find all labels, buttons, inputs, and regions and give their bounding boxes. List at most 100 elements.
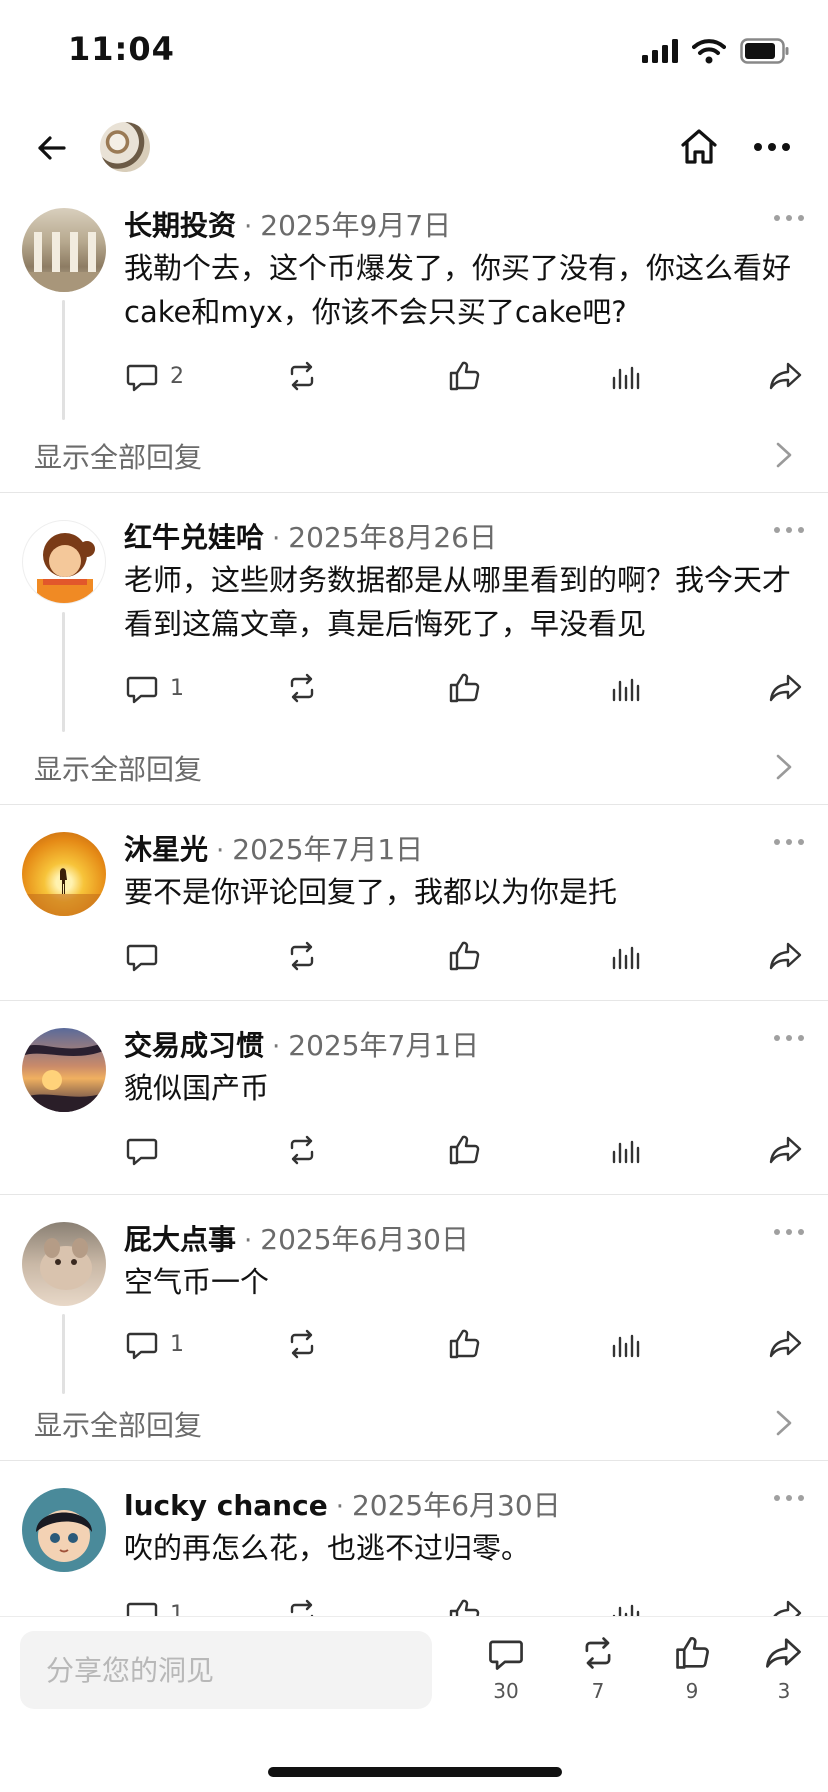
thread-line bbox=[62, 1314, 65, 1394]
divider bbox=[0, 804, 828, 805]
separator-dot: · bbox=[244, 212, 253, 242]
chevron-right-icon bbox=[772, 1408, 796, 1438]
comment-more-icon[interactable] bbox=[772, 1492, 806, 1504]
comment-actions: 1 bbox=[124, 1324, 814, 1364]
show-replies-label: 显示全部回复 bbox=[34, 441, 203, 474]
reply-button[interactable]: 1 bbox=[124, 668, 184, 708]
comment-actions: 1 bbox=[124, 668, 814, 708]
author-avatar[interactable] bbox=[100, 122, 150, 172]
comment-date: 2025年8月26日 bbox=[288, 521, 497, 554]
status-bar: 11:04 bbox=[0, 0, 828, 100]
comment-header: 屁大点事 · 2025年6月30日 bbox=[124, 1218, 469, 1258]
views-button[interactable] bbox=[608, 1130, 644, 1170]
show-replies-label: 显示全部回复 bbox=[34, 1409, 203, 1442]
divider bbox=[0, 1194, 828, 1195]
share-icon bbox=[768, 1132, 804, 1168]
comment-author[interactable]: 红牛兑娃哈 bbox=[124, 516, 264, 556]
show-all-replies[interactable]: 显示全部回复 bbox=[0, 736, 828, 796]
like-button[interactable] bbox=[446, 1324, 482, 1364]
comment-text: 我勒个去，这个币爆发了，你买了没有，你这么看好cake和myx，你该不会只买了c… bbox=[124, 251, 792, 329]
views-button[interactable] bbox=[608, 936, 644, 976]
comment-actions bbox=[124, 1130, 814, 1170]
reply-button[interactable]: 2 bbox=[124, 356, 184, 396]
bottom-like-button[interactable]: 9 bbox=[652, 1633, 732, 1703]
comment-more-icon[interactable] bbox=[772, 212, 806, 224]
comment-author[interactable]: lucky chance bbox=[124, 1489, 328, 1522]
avatar[interactable] bbox=[22, 1028, 106, 1112]
share-button[interactable] bbox=[768, 668, 804, 708]
reply-button[interactable] bbox=[124, 1130, 170, 1170]
like-button[interactable] bbox=[446, 668, 482, 708]
comment-date: 2025年7月1日 bbox=[288, 1029, 480, 1062]
chevron-right-icon bbox=[772, 440, 796, 470]
repost-button[interactable] bbox=[284, 668, 320, 708]
avatar[interactable] bbox=[22, 1222, 106, 1306]
share-button[interactable] bbox=[768, 356, 804, 396]
share-button[interactable] bbox=[768, 1324, 804, 1364]
home-indicator[interactable] bbox=[268, 1767, 562, 1777]
comment-more-icon[interactable] bbox=[772, 1226, 806, 1238]
show-all-replies[interactable]: 显示全部回复 bbox=[0, 424, 828, 484]
comment-date: 2025年6月30日 bbox=[260, 1223, 469, 1256]
repost-button[interactable] bbox=[284, 936, 320, 976]
comment-more-icon[interactable] bbox=[772, 524, 806, 536]
comment-actions bbox=[124, 936, 814, 976]
avatar[interactable] bbox=[22, 832, 106, 916]
repost-button[interactable] bbox=[284, 356, 320, 396]
views-icon bbox=[608, 938, 644, 974]
like-button[interactable] bbox=[446, 936, 482, 976]
total-share-count: 3 bbox=[777, 1679, 791, 1703]
repost-icon bbox=[284, 1132, 320, 1168]
comment-header: 红牛兑娃哈 · 2025年8月26日 bbox=[124, 516, 497, 556]
divider bbox=[0, 492, 828, 493]
avatar-image-icon bbox=[22, 1042, 106, 1112]
views-button[interactable] bbox=[608, 668, 644, 708]
avatar-image-icon bbox=[22, 232, 106, 292]
bottom-reply-button[interactable]: 30 bbox=[466, 1633, 546, 1703]
status-icons bbox=[642, 38, 790, 64]
reply-icon bbox=[124, 938, 160, 974]
thread-line bbox=[62, 612, 65, 732]
like-icon bbox=[672, 1633, 712, 1673]
home-icon[interactable] bbox=[676, 124, 722, 170]
show-all-replies[interactable]: 显示全部回复 bbox=[0, 1392, 828, 1452]
comment-date: 2025年9月7日 bbox=[260, 209, 452, 242]
separator-dot: · bbox=[244, 1226, 253, 1256]
share-button[interactable] bbox=[768, 936, 804, 976]
views-button[interactable] bbox=[608, 356, 644, 396]
comment-author[interactable]: 沐星光 bbox=[124, 828, 208, 868]
repost-icon bbox=[284, 358, 320, 394]
views-button[interactable] bbox=[608, 1324, 644, 1364]
divider bbox=[0, 1460, 828, 1461]
bottom-bar: 30 7 9 3 bbox=[0, 1616, 828, 1792]
like-button[interactable] bbox=[446, 1130, 482, 1170]
comment-author[interactable]: 交易成习惯 bbox=[124, 1024, 264, 1064]
back-arrow-icon[interactable] bbox=[30, 126, 74, 170]
more-icon[interactable] bbox=[752, 134, 792, 160]
comment-input[interactable] bbox=[20, 1631, 432, 1709]
bottom-share-button[interactable]: 3 bbox=[744, 1633, 824, 1703]
comment-more-icon[interactable] bbox=[772, 1032, 806, 1044]
comment-author[interactable]: 长期投资 bbox=[124, 204, 236, 244]
avatar[interactable] bbox=[22, 520, 106, 604]
repost-button[interactable] bbox=[284, 1130, 320, 1170]
like-button[interactable] bbox=[446, 356, 482, 396]
avatar[interactable] bbox=[22, 1488, 106, 1572]
repost-button[interactable] bbox=[284, 1324, 320, 1364]
status-time: 11:04 bbox=[68, 30, 175, 68]
avatar[interactable] bbox=[22, 208, 106, 292]
chevron-right-icon bbox=[772, 752, 796, 782]
comment-more-icon[interactable] bbox=[772, 836, 806, 848]
share-icon bbox=[768, 670, 804, 706]
reply-button[interactable]: 1 bbox=[124, 1324, 184, 1364]
like-icon bbox=[446, 938, 482, 974]
comment-actions: 2 bbox=[124, 356, 814, 396]
share-button[interactable] bbox=[768, 1130, 804, 1170]
comment-author[interactable]: 屁大点事 bbox=[124, 1218, 236, 1258]
battery-icon bbox=[740, 38, 789, 64]
bottom-repost-button[interactable]: 7 bbox=[558, 1633, 638, 1703]
reply-button[interactable] bbox=[124, 936, 170, 976]
avatar-image-icon bbox=[37, 533, 95, 603]
reply-count: 1 bbox=[170, 1331, 184, 1357]
avatar-image-icon bbox=[36, 1510, 92, 1562]
